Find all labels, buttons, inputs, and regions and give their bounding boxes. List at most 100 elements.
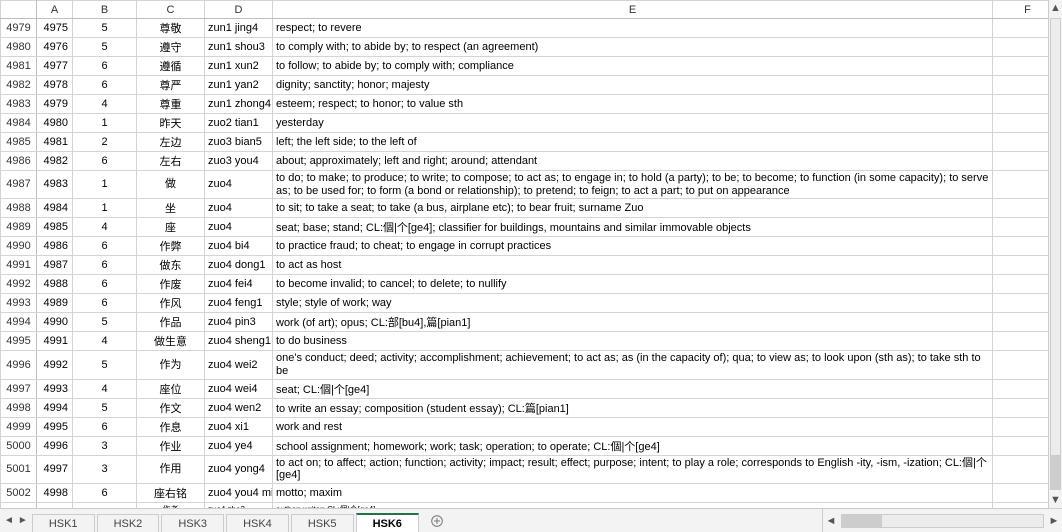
row-header[interactable]: 4989	[1, 218, 37, 237]
cell-E[interactable]: school assignment; homework; work; task;…	[273, 436, 993, 455]
cell-E[interactable]: work (of art); opus; CL:部[bu4],篇[pian1]	[273, 313, 993, 332]
cell-B[interactable]: 5	[73, 398, 137, 417]
cell-D[interactable]: zuo4	[205, 171, 273, 199]
row-header[interactable]: 5001	[1, 455, 37, 483]
cell-E[interactable]: left; the left side; to the left of	[273, 133, 993, 152]
cell-A[interactable]: 4997	[37, 455, 73, 483]
cell-F[interactable]	[993, 275, 1049, 294]
row-header[interactable]: 4981	[1, 57, 37, 76]
column-header-A[interactable]: A	[37, 1, 73, 19]
cell-D[interactable]: zun1 shou3	[205, 38, 273, 57]
cell-E[interactable]: to do; to make; to produce; to write; to…	[273, 171, 993, 199]
hscroll-track[interactable]	[841, 514, 1044, 528]
cell-B[interactable]: 6	[73, 256, 137, 275]
cell-E[interactable]: to act as host	[273, 256, 993, 275]
cell-D[interactable]: zuo4 wen2	[205, 398, 273, 417]
cell-F[interactable]	[993, 436, 1049, 455]
cell-B[interactable]: 4	[73, 332, 137, 351]
table-row[interactable]: 500049963作业zuo4 ye4school assignment; ho…	[1, 436, 1049, 455]
grid-table[interactable]: ABCDEF 497949755尊敬zun1 jing4respect; to …	[0, 0, 1048, 508]
cell-E[interactable]: to sit; to take a seat; to take (a bus, …	[273, 199, 993, 218]
cell-B[interactable]: 5	[73, 19, 137, 38]
cell-F[interactable]	[993, 483, 1049, 502]
cell-C[interactable]: 作业	[137, 436, 205, 455]
cell-C[interactable]: 坐	[137, 199, 205, 218]
cell-E[interactable]: to practice fraud; to cheat; to engage i…	[273, 237, 993, 256]
cell-B[interactable]: 4	[73, 218, 137, 237]
add-sheet-button[interactable]	[427, 509, 447, 532]
cell-F[interactable]	[993, 313, 1049, 332]
cell-F[interactable]	[993, 171, 1049, 199]
cell-F[interactable]	[993, 455, 1049, 483]
cell-A[interactable]: 4988	[37, 275, 73, 294]
cell-C[interactable]: 座右铭	[137, 483, 205, 502]
cell-A[interactable]: 4977	[37, 57, 73, 76]
tab-hsk4[interactable]: HSK4	[226, 514, 289, 532]
column-header-C[interactable]: C	[137, 1, 205, 19]
cell-F[interactable]	[993, 199, 1049, 218]
cell-C[interactable]: 作废	[137, 275, 205, 294]
cell-E[interactable]: to follow; to abide by; to comply with; …	[273, 57, 993, 76]
cell-C[interactable]: 座	[137, 218, 205, 237]
cell-D[interactable]: zuo4 bi4	[205, 237, 273, 256]
select-all-cell[interactable]	[1, 1, 37, 19]
tab-scroll-left-icon[interactable]: ◄	[4, 515, 14, 526]
cell-E[interactable]: respect; to revere	[273, 19, 993, 38]
cell-D[interactable]: zuo4 dong1	[205, 256, 273, 275]
cell-A[interactable]: 4987	[37, 256, 73, 275]
table-row[interactable]: 499349896作风zuo4 feng1style; style of wor…	[1, 294, 1049, 313]
cell-B[interactable]: 5	[73, 351, 137, 379]
cell-F[interactable]	[993, 218, 1049, 237]
cell-B[interactable]: 6	[73, 294, 137, 313]
row-header[interactable]: 4992	[1, 275, 37, 294]
table-row[interactable]: 500149973作用zuo4 yong4to act on; to affec…	[1, 455, 1049, 483]
table-row[interactable]: 499149876做东zuo4 dong1to act as host	[1, 256, 1049, 275]
cell-F[interactable]	[993, 379, 1049, 398]
row-header[interactable]: 5002	[1, 483, 37, 502]
cell-B[interactable]: 3	[73, 436, 137, 455]
cell-D[interactable]: zuo4 wei2	[205, 351, 273, 379]
tab-scroll-controls[interactable]: ◄ ►	[0, 509, 32, 532]
column-header-E[interactable]: E	[273, 1, 993, 19]
cell-D[interactable]: zuo4 fei4	[205, 275, 273, 294]
cell-B[interactable]: 1	[73, 199, 137, 218]
cell-C[interactable]: 左右	[137, 152, 205, 171]
column-header-D[interactable]: D	[205, 1, 273, 19]
cell-D[interactable]: zuo4 xi1	[205, 417, 273, 436]
cell-E[interactable]: to become invalid; to cancel; to delete;…	[273, 275, 993, 294]
cell-E[interactable]: seat; CL:個|个[ge4]	[273, 379, 993, 398]
table-row[interactable]: 498149776遵循zun1 xun2to follow; to abide …	[1, 57, 1049, 76]
row-header[interactable]: 4991	[1, 256, 37, 275]
cell-C[interactable]: 做	[137, 171, 205, 199]
row-header[interactable]: 5000	[1, 436, 37, 455]
cell-D[interactable]: zuo2 tian1	[205, 114, 273, 133]
cell-E[interactable]: style; style of work; way	[273, 294, 993, 313]
vertical-scrollbar[interactable]: ▲ ▼	[1048, 0, 1062, 508]
vscroll-thumb[interactable]	[1051, 455, 1060, 489]
cell-C[interactable]: 做东	[137, 256, 205, 275]
cell-D[interactable]: zuo4 pin3	[205, 313, 273, 332]
cell-F[interactable]	[993, 256, 1049, 275]
cell-D[interactable]: zuo4	[205, 199, 273, 218]
cell-D[interactable]: zuo4 you4 ming2	[205, 483, 273, 502]
cell-F[interactable]	[993, 57, 1049, 76]
row-header[interactable]: 4984	[1, 114, 37, 133]
row-header[interactable]: 4980	[1, 38, 37, 57]
cell-D[interactable]: zuo4 feng1	[205, 294, 273, 313]
table-row[interactable]: 498349794尊重zun1 zhong4esteem; respect; t…	[1, 95, 1049, 114]
row-header[interactable]: 4982	[1, 76, 37, 95]
row-header[interactable]: 4996	[1, 351, 37, 379]
cell-A[interactable]: 4986	[37, 237, 73, 256]
scroll-down-arrow[interactable]: ▼	[1049, 492, 1062, 508]
cell-F[interactable]	[993, 76, 1049, 95]
cell-D[interactable]: zuo4 ye4	[205, 436, 273, 455]
table-row[interactable]: 499049866作弊zuo4 bi4to practice fraud; to…	[1, 237, 1049, 256]
cell-B[interactable]: 5	[73, 38, 137, 57]
cell-F[interactable]	[993, 398, 1049, 417]
cell-F[interactable]	[993, 351, 1049, 379]
cell-C[interactable]: 作弊	[137, 237, 205, 256]
cell-C[interactable]: 尊严	[137, 76, 205, 95]
cell-B[interactable]: 6	[73, 76, 137, 95]
cell-A[interactable]: 4989	[37, 294, 73, 313]
table-row[interactable]: 498549812左边zuo3 bian5left; the left side…	[1, 133, 1049, 152]
